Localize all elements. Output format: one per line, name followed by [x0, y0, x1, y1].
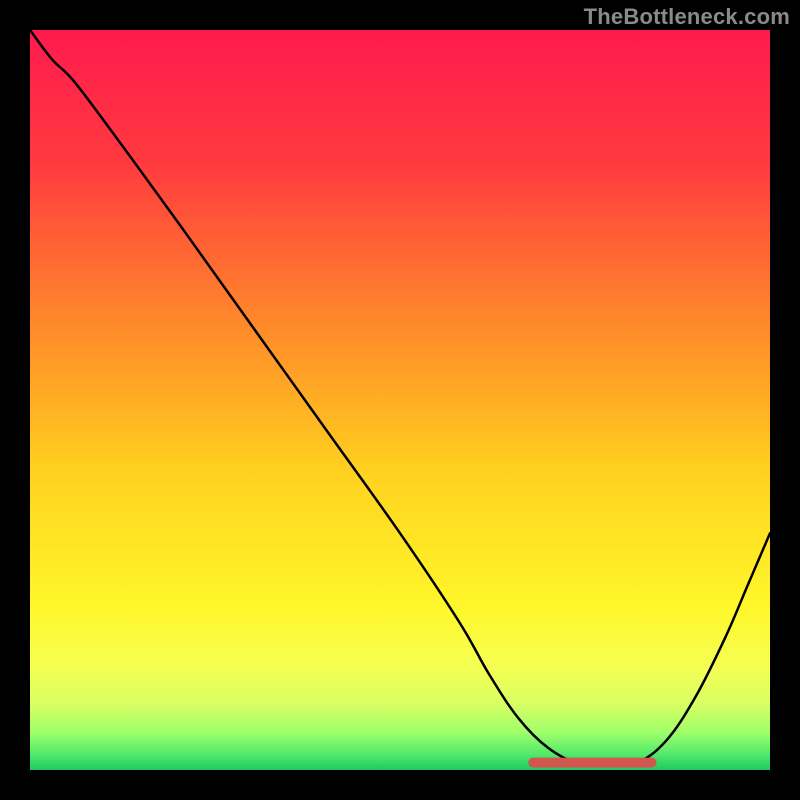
chart-svg	[30, 30, 770, 770]
chart-frame: TheBottleneck.com	[0, 0, 800, 800]
gradient-background	[30, 30, 770, 770]
watermark-text: TheBottleneck.com	[584, 4, 790, 30]
plot-area	[30, 30, 770, 770]
